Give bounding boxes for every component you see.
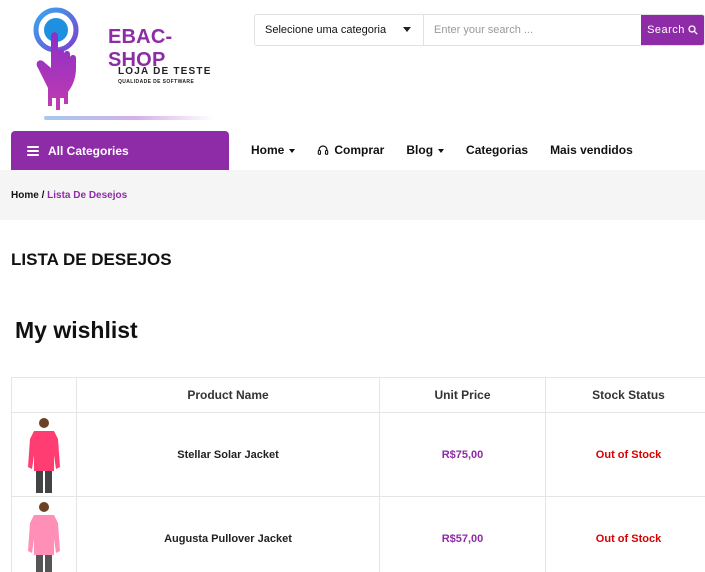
breadcrumb-current: Lista De Desejos <box>47 190 128 201</box>
product-name[interactable]: Augusta Pullover Jacket <box>76 496 380 572</box>
breadcrumb-separator: / <box>38 190 48 201</box>
brand-tagline: LOJA DE TESTE <box>118 66 212 77</box>
breadcrumb-bar: Home / Lista De Desejos <box>0 170 705 220</box>
unit-price: R$57,00 <box>379 496 546 572</box>
menu-icon <box>27 145 39 156</box>
column-header-thumbnail <box>11 377 77 413</box>
column-header-unit-price: Unit Price <box>379 377 546 413</box>
brand-subtagline: QUALIDADE DE SOFTWARE <box>118 79 195 85</box>
logo-hand-icon <box>33 7 79 110</box>
product-name[interactable]: Stellar Solar Jacket <box>76 412 380 497</box>
stock-status: Out of Stock <box>545 496 705 572</box>
category-select[interactable]: Selecione uma categoria <box>255 15 424 45</box>
wishlist-table: Product Name Unit Price Stock Status Ste… <box>11 377 705 572</box>
logo-underline <box>44 116 214 120</box>
search-button-label: Search <box>647 24 685 36</box>
product-thumbnail-cell[interactable] <box>11 412 77 497</box>
nav-item-label: Blog <box>406 143 434 157</box>
nav-item-label: Categorias <box>466 143 529 157</box>
table-row: Stellar Solar Jacket R$75,00 Out of Stoc… <box>11 412 705 497</box>
site-logo[interactable]: EBAC-SHOP LOJA DE TESTE QUALIDADE DE SOF… <box>18 6 218 120</box>
search-icon <box>688 25 698 35</box>
category-select-label: Selecione uma categoria <box>265 24 387 36</box>
nav-item-label: Home <box>251 143 285 157</box>
wishlist-title: My wishlist <box>15 317 138 343</box>
caret-down-icon <box>289 148 296 153</box>
stock-status: Out of Stock <box>545 412 705 497</box>
nav-item-comprar[interactable]: Comprar <box>317 143 384 157</box>
jacket-body <box>28 430 60 471</box>
nav-item-mais-vendidos[interactable]: Mais vendidos <box>550 143 633 157</box>
jacket-body <box>28 514 60 555</box>
search-button[interactable]: Search <box>641 15 704 45</box>
column-header-stock-status: Stock Status <box>545 377 705 413</box>
caret-down-icon <box>438 148 445 153</box>
nav-item-label: Mais vendidos <box>550 143 633 157</box>
nav-item-blog[interactable]: Blog <box>406 143 445 157</box>
table-header-row: Product Name Unit Price Stock Status <box>11 377 705 413</box>
product-thumbnail-image[interactable] <box>24 415 64 495</box>
search-input[interactable] <box>424 15 641 45</box>
chevron-down-icon <box>403 27 411 32</box>
breadcrumb: Home / Lista De Desejos <box>11 190 127 201</box>
nav-item-categorias[interactable]: Categorias <box>466 143 528 157</box>
breadcrumb-home-link[interactable]: Home <box>11 190 39 201</box>
product-thumbnail-cell[interactable] <box>11 496 77 572</box>
page-title: LISTA DE DESEJOS <box>11 250 172 269</box>
headphones-icon <box>318 145 329 155</box>
table-row: Augusta Pullover Jacket R$57,00 Out of S… <box>11 496 705 572</box>
nav-item-home[interactable]: Home <box>251 143 296 157</box>
all-categories-label: All Categories <box>48 143 129 158</box>
main-nav: Home Comprar Blog Categorias Mais vendid… <box>251 143 655 157</box>
product-thumbnail-image[interactable] <box>24 499 64 572</box>
unit-price: R$75,00 <box>379 412 546 497</box>
all-categories-button[interactable]: All Categories <box>11 131 229 170</box>
column-header-product-name: Product Name <box>76 377 380 413</box>
nav-item-label: Comprar <box>334 143 385 157</box>
search-bar: Selecione uma categoria Search <box>254 14 705 46</box>
